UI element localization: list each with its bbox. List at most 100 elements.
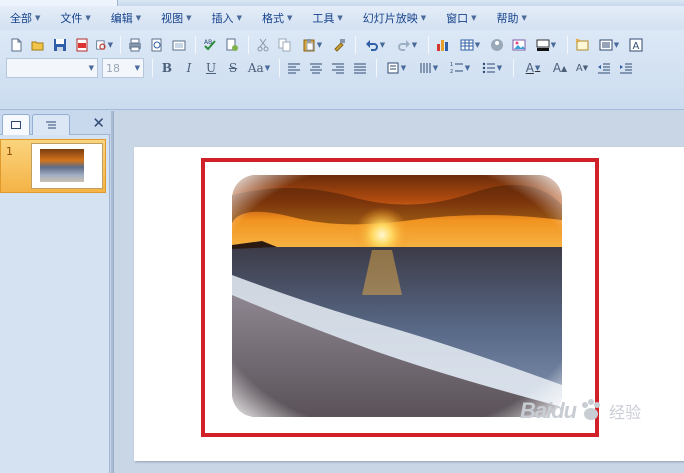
chevron-down-icon: ▼	[337, 14, 343, 22]
decrease-indent-button[interactable]	[594, 58, 614, 78]
fill-color-icon	[536, 39, 550, 51]
text-direction-dropdown[interactable]: ▼	[381, 58, 411, 78]
layout-icon	[599, 39, 613, 51]
toolbar-separator	[248, 36, 249, 54]
toolbar-separator	[279, 59, 280, 77]
menu-window[interactable]: 窗口 ▼	[440, 7, 482, 29]
decrease-indent-icon	[598, 63, 610, 74]
underline-label: U	[205, 61, 217, 75]
menu-format[interactable]: 格式 ▼	[256, 7, 298, 29]
align-right-button[interactable]	[328, 58, 348, 78]
menu-file[interactable]: 文件 ▼	[54, 7, 96, 29]
menu-slideshow[interactable]: 幻灯片放映 ▼	[357, 7, 432, 29]
text-box-icon: A	[629, 38, 643, 52]
slide-icon	[11, 121, 21, 129]
toolbar-area: ▼ AB ▼ ▼ ▼ ▼ ▼ ▼ A ▼ 18 ▼ B I U S Aa ▼ ▼…	[0, 30, 684, 110]
change-case-dropdown[interactable]: Aa ▼	[245, 58, 273, 78]
thumbnail-picture	[40, 149, 84, 182]
paste-dropdown[interactable]: ▼	[297, 35, 327, 55]
fill-color-dropdown[interactable]: ▼	[531, 35, 561, 55]
bullets-dropdown[interactable]: ▼	[477, 58, 507, 78]
open-button[interactable]	[28, 35, 48, 55]
insert-chart-button[interactable]	[433, 35, 453, 55]
underline-button[interactable]: U	[201, 58, 221, 78]
font-name-select[interactable]: ▼	[6, 58, 98, 78]
bullet-list-icon	[482, 62, 495, 74]
chevron-down-icon: ▼	[613, 41, 620, 49]
export-pdf-button[interactable]	[72, 35, 92, 55]
red-border-shape[interactable]	[201, 158, 599, 437]
arrow-up-icon: ▲	[561, 63, 568, 73]
research-button[interactable]	[222, 35, 242, 55]
font-color-dropdown[interactable]: A ▼	[518, 58, 548, 78]
menu-view[interactable]: 视图 ▼	[155, 7, 197, 29]
font-size-select[interactable]: 18 ▼	[102, 58, 144, 78]
undo-dropdown[interactable]: ▼	[360, 35, 390, 55]
new-slide-button[interactable]	[572, 35, 592, 55]
line-spacing-dropdown[interactable]: ▼	[413, 58, 443, 78]
toolbar-separator	[376, 59, 377, 77]
print-preview-dropdown[interactable]: ▼	[94, 35, 114, 55]
copy-button[interactable]	[275, 35, 295, 55]
chevron-down-icon: ▼	[379, 41, 386, 49]
menu-all[interactable]: 全部 ▼	[0, 7, 46, 29]
slide-thumbnail[interactable]	[31, 143, 103, 189]
insert-picture-button[interactable]	[509, 35, 529, 55]
grow-font-label: A	[552, 61, 562, 75]
bold-button[interactable]: B	[157, 58, 177, 78]
svg-text:2: 2	[450, 69, 453, 75]
menu-file-label: 文件	[60, 12, 83, 25]
bar-chart-icon	[437, 40, 448, 51]
toolbar-separator	[567, 36, 568, 54]
preview-button[interactable]	[147, 35, 167, 55]
menu-insert-label: 插入	[211, 12, 234, 25]
new-button[interactable]	[6, 35, 26, 55]
increase-indent-icon	[620, 63, 632, 74]
layout-dropdown[interactable]: ▼	[594, 35, 624, 55]
redo-dropdown[interactable]: ▼	[392, 35, 422, 55]
page-setup-button[interactable]	[169, 35, 189, 55]
chevron-down-icon: ▼	[432, 64, 439, 72]
format-painter-button[interactable]	[329, 35, 349, 55]
menu-tools[interactable]: 工具 ▼	[306, 7, 348, 29]
align-left-button[interactable]	[284, 58, 304, 78]
spellcheck-button[interactable]: AB	[200, 35, 220, 55]
text-box-button[interactable]: A	[626, 35, 646, 55]
menu-edit[interactable]: 编辑 ▼	[105, 7, 147, 29]
menu-help[interactable]: 帮助 ▼	[491, 7, 533, 29]
tab-slides[interactable]	[2, 114, 30, 135]
spellcheck-icon: AB	[204, 39, 216, 51]
toolbar-separator	[513, 59, 514, 77]
chevron-down-icon: ▼	[534, 64, 541, 72]
align-right-icon	[332, 63, 344, 74]
numbering-dropdown[interactable]: 1 2 ▼	[445, 58, 475, 78]
align-center-button[interactable]	[306, 58, 326, 78]
print-button[interactable]	[125, 35, 145, 55]
grow-font-button[interactable]: A ▲	[550, 58, 570, 78]
toolbar-separator	[428, 36, 429, 54]
slide-thumbnail-item[interactable]: 1	[0, 139, 106, 193]
increase-indent-button[interactable]	[616, 58, 636, 78]
research-icon	[226, 38, 238, 51]
chevron-down-icon: ▼	[35, 14, 41, 22]
chevron-down-icon: ▼	[88, 64, 94, 72]
insert-table-dropdown[interactable]: ▼	[455, 35, 485, 55]
save-button[interactable]	[50, 35, 70, 55]
chevron-down-icon: ▼	[85, 14, 91, 22]
standard-toolbar: ▼ AB ▼ ▼ ▼ ▼ ▼ ▼ A	[6, 33, 648, 57]
tab-outline[interactable]	[32, 114, 70, 135]
insert-online-button[interactable]	[487, 35, 507, 55]
menu-help-label: 帮助	[496, 12, 519, 25]
shrink-font-button[interactable]: A ▼	[572, 58, 592, 78]
justify-button[interactable]	[350, 58, 370, 78]
chevron-down-icon: ▼	[135, 14, 142, 22]
new-document-icon	[11, 38, 22, 52]
paw-icon	[582, 399, 601, 420]
shadow-button[interactable]: S	[223, 58, 243, 78]
close-icon[interactable]: ✕	[92, 114, 105, 132]
toolbar-separator	[195, 36, 196, 54]
cut-button[interactable]	[253, 35, 273, 55]
italic-button[interactable]: I	[179, 58, 199, 78]
open-folder-icon	[31, 41, 44, 51]
menu-insert[interactable]: 插入 ▼	[206, 7, 248, 29]
